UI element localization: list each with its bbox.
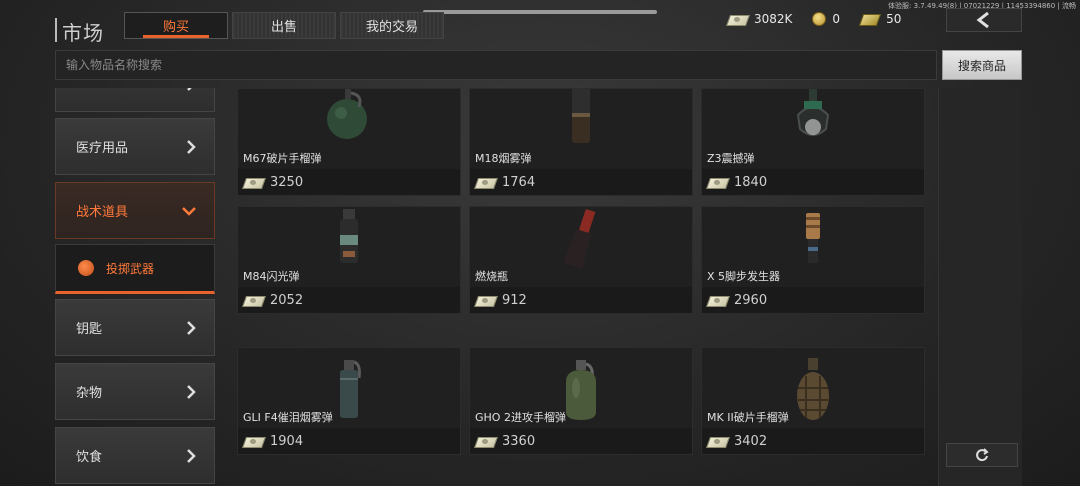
price-row: 3360	[470, 428, 692, 454]
item-card[interactable]: Z3震撼弹 1840	[701, 88, 925, 196]
item-name: M84闪光弹	[243, 270, 300, 283]
item-price: 3402	[734, 433, 768, 449]
sidebar-item-food[interactable]: 饮食	[55, 427, 215, 484]
item-name: X 5脚步发生器	[707, 270, 781, 283]
molotov-icon	[563, 208, 596, 269]
tab-buy[interactable]: 购买	[124, 12, 228, 39]
chevron-down-icon	[182, 206, 196, 216]
right-panel	[938, 88, 1022, 486]
item-card[interactable]: 燃烧瓶 912	[469, 206, 693, 314]
item-price: 1764	[502, 174, 536, 190]
item-name: Z3震撼弹	[707, 152, 755, 165]
sidebar-item-label: 医疗用品	[76, 141, 129, 156]
currency-bar: 3082K 0 50	[728, 12, 901, 26]
item-name: M18烟雾弹	[475, 152, 532, 165]
sidebar-item-tactical[interactable]: 战术道具	[55, 182, 215, 239]
price-row: 912	[470, 287, 692, 313]
item-price: 3250	[270, 174, 304, 190]
item-price: 912	[502, 292, 527, 308]
cash-icon	[728, 13, 748, 25]
cash-icon	[708, 294, 728, 306]
chevron-left-icon	[976, 12, 989, 28]
sidebar-item-label: 钥匙	[76, 322, 103, 337]
search-button[interactable]: 搜索商品	[942, 50, 1022, 80]
sidebar-subitem-throwables[interactable]: 投掷武器	[55, 244, 215, 294]
concussion-grenade-icon	[796, 89, 830, 136]
price-row: 3402	[702, 428, 924, 454]
item-name: GLI F4催泪烟雾弹	[243, 411, 333, 424]
item-card[interactable]: GLI F4催泪烟雾弹 1904	[237, 347, 461, 455]
item-name: M67破片手榴弹	[243, 152, 322, 165]
footstep-generator-icon	[806, 213, 820, 263]
tab-sell[interactable]: 出售	[232, 12, 336, 39]
flashbang-icon	[340, 209, 358, 263]
price-row: 2960	[702, 287, 924, 313]
coin-icon	[812, 12, 827, 26]
cash-icon	[244, 435, 264, 447]
back-button[interactable]	[946, 8, 1022, 32]
item-price: 1840	[734, 174, 768, 190]
refresh-icon	[976, 448, 989, 462]
cash-icon	[244, 294, 264, 306]
tab-bar: 购买 出售 我的交易	[124, 12, 444, 39]
sidebar-item-label: 战术道具	[76, 205, 129, 220]
item-price: 2960	[734, 292, 768, 308]
item-card[interactable]: M84闪光弹 2052	[237, 206, 461, 314]
cash-amount: 3082K	[754, 12, 793, 26]
item-name: GHO 2进攻手榴弹	[475, 411, 566, 424]
chevron-right-icon	[187, 320, 196, 335]
gold-cash-icon	[860, 12, 880, 26]
frag-grenade-icon	[327, 89, 367, 139]
item-card[interactable]: M18烟雾弹 1764	[469, 88, 693, 196]
price-row: 3250	[238, 169, 460, 195]
cash-icon	[476, 435, 496, 447]
category-sidebar: 医疗用品 战术道具 投掷武器 钥匙 杂物 饮食	[55, 88, 215, 486]
cash-icon	[244, 176, 264, 188]
chevron-right-icon	[187, 139, 196, 154]
tear-gas-icon	[340, 360, 361, 418]
item-grid: M67破片手榴弹 3250 M18烟雾弹 1764 Z3震撼弹 1840 M84…	[237, 88, 925, 486]
chevron-right-icon	[187, 448, 196, 463]
item-card[interactable]: GHO 2进攻手榴弹 3360	[469, 347, 693, 455]
gold-cash-amount: 50	[886, 12, 902, 26]
coin-amount: 0	[832, 12, 841, 26]
item-price: 1904	[270, 433, 304, 449]
price-row: 1764	[470, 169, 692, 195]
price-row: 2052	[238, 287, 460, 313]
item-name: 燃烧瓶	[475, 270, 508, 283]
smoke-grenade-icon	[572, 89, 590, 143]
refresh-button[interactable]	[946, 443, 1018, 467]
chevron-right-icon	[187, 384, 196, 399]
pineapple-grenade-icon	[797, 358, 829, 420]
item-price: 2052	[270, 292, 304, 308]
sidebar-item-partial[interactable]	[55, 88, 215, 112]
price-row: 1904	[238, 428, 460, 454]
cash-icon	[476, 176, 496, 188]
grenade-icon	[78, 260, 94, 276]
cash-icon	[708, 435, 728, 447]
sidebar-item-medical[interactable]: 医疗用品	[55, 118, 215, 175]
page-title: 市场	[62, 21, 104, 45]
sidebar-item-label: 投掷武器	[106, 261, 155, 276]
tab-my-trades[interactable]: 我的交易	[340, 12, 444, 39]
cash-icon	[476, 294, 496, 306]
item-price: 3360	[502, 433, 536, 449]
sidebar-item-keys[interactable]: 钥匙	[55, 299, 215, 356]
top-drag-indicator	[423, 10, 657, 14]
item-card[interactable]: M67破片手榴弹 3250	[237, 88, 461, 196]
item-name: MK II破片手榴弹	[707, 411, 789, 424]
price-row: 1840	[702, 169, 924, 195]
title-mark	[55, 18, 57, 42]
sidebar-item-label: 饮食	[76, 450, 103, 465]
cash-icon	[708, 176, 728, 188]
sidebar-item-label: 杂物	[76, 386, 103, 401]
search-input[interactable]: 输入物品名称搜索	[55, 50, 937, 80]
sidebar-item-misc[interactable]: 杂物	[55, 363, 215, 420]
chevron-right-icon	[187, 88, 192, 91]
item-card[interactable]: X 5脚步发生器 2960	[701, 206, 925, 314]
item-card[interactable]: MK II破片手榴弹 3402	[701, 347, 925, 455]
